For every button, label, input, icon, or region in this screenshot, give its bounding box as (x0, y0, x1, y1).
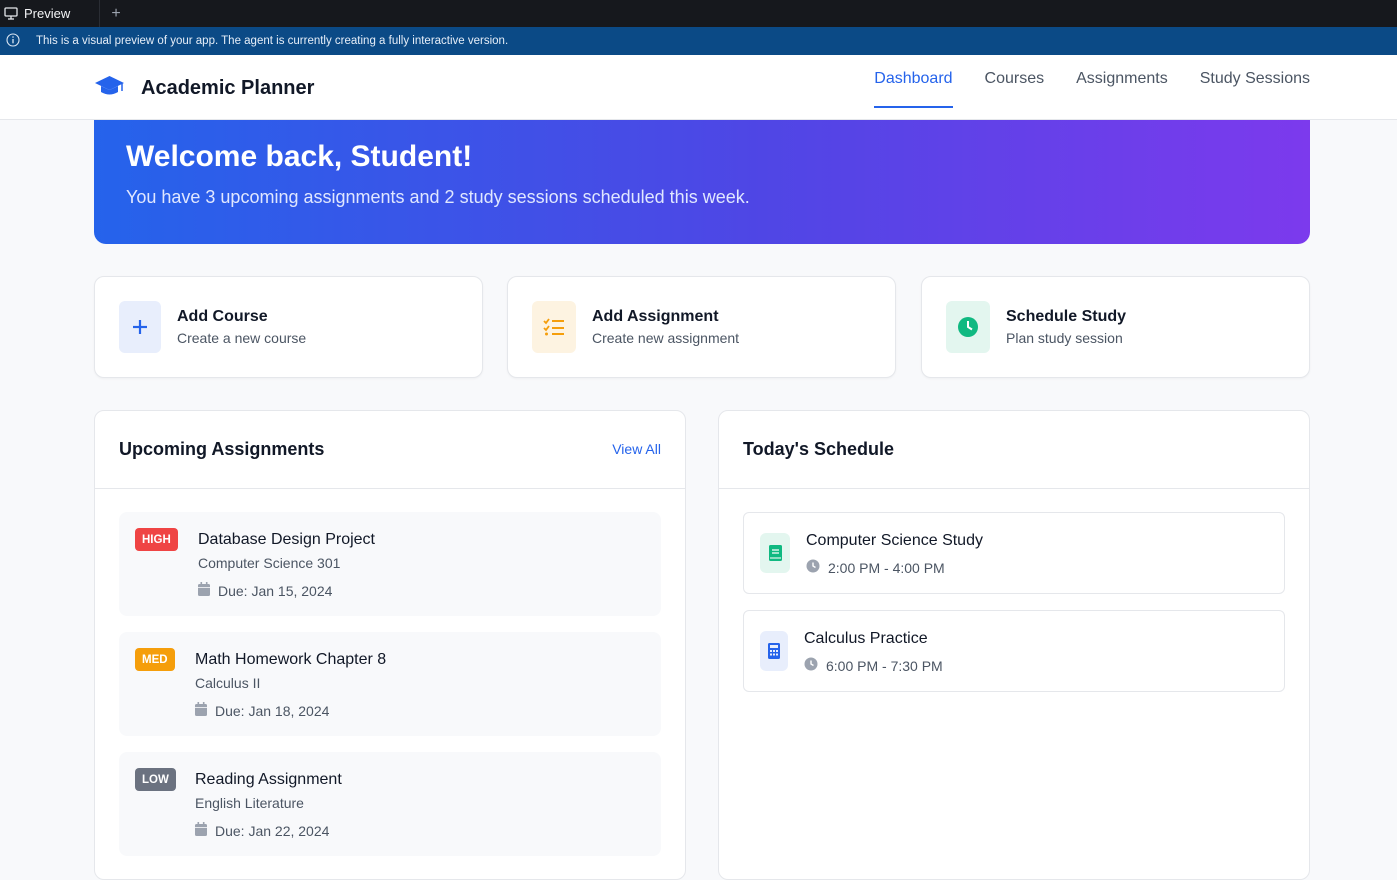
add-assignment-title: Add Assignment (592, 308, 719, 325)
view-all-link[interactable]: View All (612, 441, 661, 457)
priority-badge-med: MED (135, 648, 175, 671)
nav-courses[interactable]: Courses (985, 55, 1045, 120)
priority-badge-high: HIGH (135, 528, 178, 551)
assignment-due: Due: Jan 15, 2024 (198, 582, 332, 599)
plus-icon (119, 301, 161, 353)
nav-dashboard[interactable]: Dashboard (874, 55, 953, 120)
priority-badge-low: LOW (135, 768, 176, 791)
todays-schedule-header: Today's Schedule (719, 411, 1309, 489)
due-date-text: Due: Jan 18, 2024 (215, 702, 330, 719)
assignment-course: Calculus II (195, 675, 261, 691)
nav-study-sessions[interactable]: Study Sessions (1200, 55, 1310, 120)
monitor-icon (4, 7, 18, 20)
upcoming-assignments-title: Upcoming Assignments (119, 439, 325, 459)
assignment-title: Database Design Project (198, 531, 375, 548)
assignment-item[interactable]: LOW Reading Assignment English Literatur… (119, 752, 661, 856)
schedule-study-card[interactable]: Schedule Study Plan study session (921, 276, 1310, 378)
assignment-due: Due: Jan 22, 2024 (195, 822, 329, 839)
calendar-icon (198, 582, 210, 599)
todays-schedule-panel: Today's Schedule Computer Science Study … (718, 410, 1310, 880)
app-header: Academic Planner Dashboard Courses Assig… (0, 55, 1397, 120)
assignment-title: Reading Assignment (195, 771, 342, 788)
preview-tab[interactable]: Preview (0, 0, 100, 27)
upcoming-assignments-header: Upcoming Assignments View All (95, 411, 685, 489)
schedule-time-text: 6:00 PM - 7:30 PM (826, 657, 943, 674)
clock-icon (806, 559, 820, 576)
assignment-item[interactable]: HIGH Database Design Project Computer Sc… (119, 512, 661, 616)
book-icon (760, 533, 790, 573)
hero-title: Welcome back, Student! (126, 140, 473, 173)
assignment-course: Computer Science 301 (198, 555, 341, 571)
schedule-time-text: 2:00 PM - 4:00 PM (828, 559, 945, 576)
banner-text: This is a visual preview of your app. Th… (36, 35, 509, 47)
calculator-icon (760, 631, 788, 671)
add-assignment-subtitle: Create new assignment (592, 330, 740, 346)
calendar-icon (195, 702, 207, 719)
graduation-cap-icon (94, 74, 125, 103)
info-icon (6, 32, 20, 50)
schedule-item[interactable]: Calculus Practice 6:00 PM - 7:30 PM (743, 610, 1285, 692)
schedule-title: Calculus Practice (804, 630, 928, 647)
new-tab-button[interactable]: + (100, 0, 132, 27)
preview-tab-label: Preview (24, 6, 71, 21)
brand[interactable]: Academic Planner (94, 74, 314, 103)
upcoming-assignments-panel: Upcoming Assignments View All HIGH Datab… (94, 410, 686, 880)
todays-schedule-title: Today's Schedule (743, 439, 894, 459)
schedule-time: 2:00 PM - 4:00 PM (806, 559, 945, 576)
add-course-title: Add Course (177, 308, 268, 325)
hero-subtitle: You have 3 upcoming assignments and 2 st… (126, 187, 750, 207)
assignment-item[interactable]: MED Math Homework Chapter 8 Calculus II … (119, 632, 661, 736)
welcome-hero: Welcome back, Student! You have 3 upcomi… (94, 120, 1310, 244)
nav-assignments[interactable]: Assignments (1076, 55, 1168, 120)
schedule-title: Computer Science Study (806, 532, 983, 549)
schedule-study-subtitle: Plan study session (1006, 330, 1123, 346)
calendar-icon (195, 822, 207, 839)
schedule-time: 6:00 PM - 7:30 PM (804, 657, 943, 674)
main-nav: Dashboard Courses Assignments Study Sess… (874, 55, 1310, 120)
schedule-study-title: Schedule Study (1006, 308, 1127, 325)
preview-info-banner: This is a visual preview of your app. Th… (0, 27, 1397, 55)
clock-icon (946, 301, 990, 353)
assignment-course: English Literature (195, 795, 304, 811)
checklist-icon (532, 301, 576, 353)
assignment-due: Due: Jan 18, 2024 (195, 702, 329, 719)
schedule-item[interactable]: Computer Science Study 2:00 PM - 4:00 PM (743, 512, 1285, 594)
add-course-card[interactable]: Add Course Create a new course (94, 276, 483, 378)
add-assignment-card[interactable]: Add Assignment Create new assignment (507, 276, 896, 378)
assignment-title: Math Homework Chapter 8 (195, 651, 387, 668)
add-course-subtitle: Create a new course (177, 330, 307, 346)
due-date-text: Due: Jan 22, 2024 (215, 822, 330, 839)
due-date-text: Due: Jan 15, 2024 (218, 582, 333, 599)
preview-tab-bar: Preview + (0, 0, 1397, 27)
clock-icon (804, 657, 818, 674)
app-title: Academic Planner (141, 77, 315, 99)
